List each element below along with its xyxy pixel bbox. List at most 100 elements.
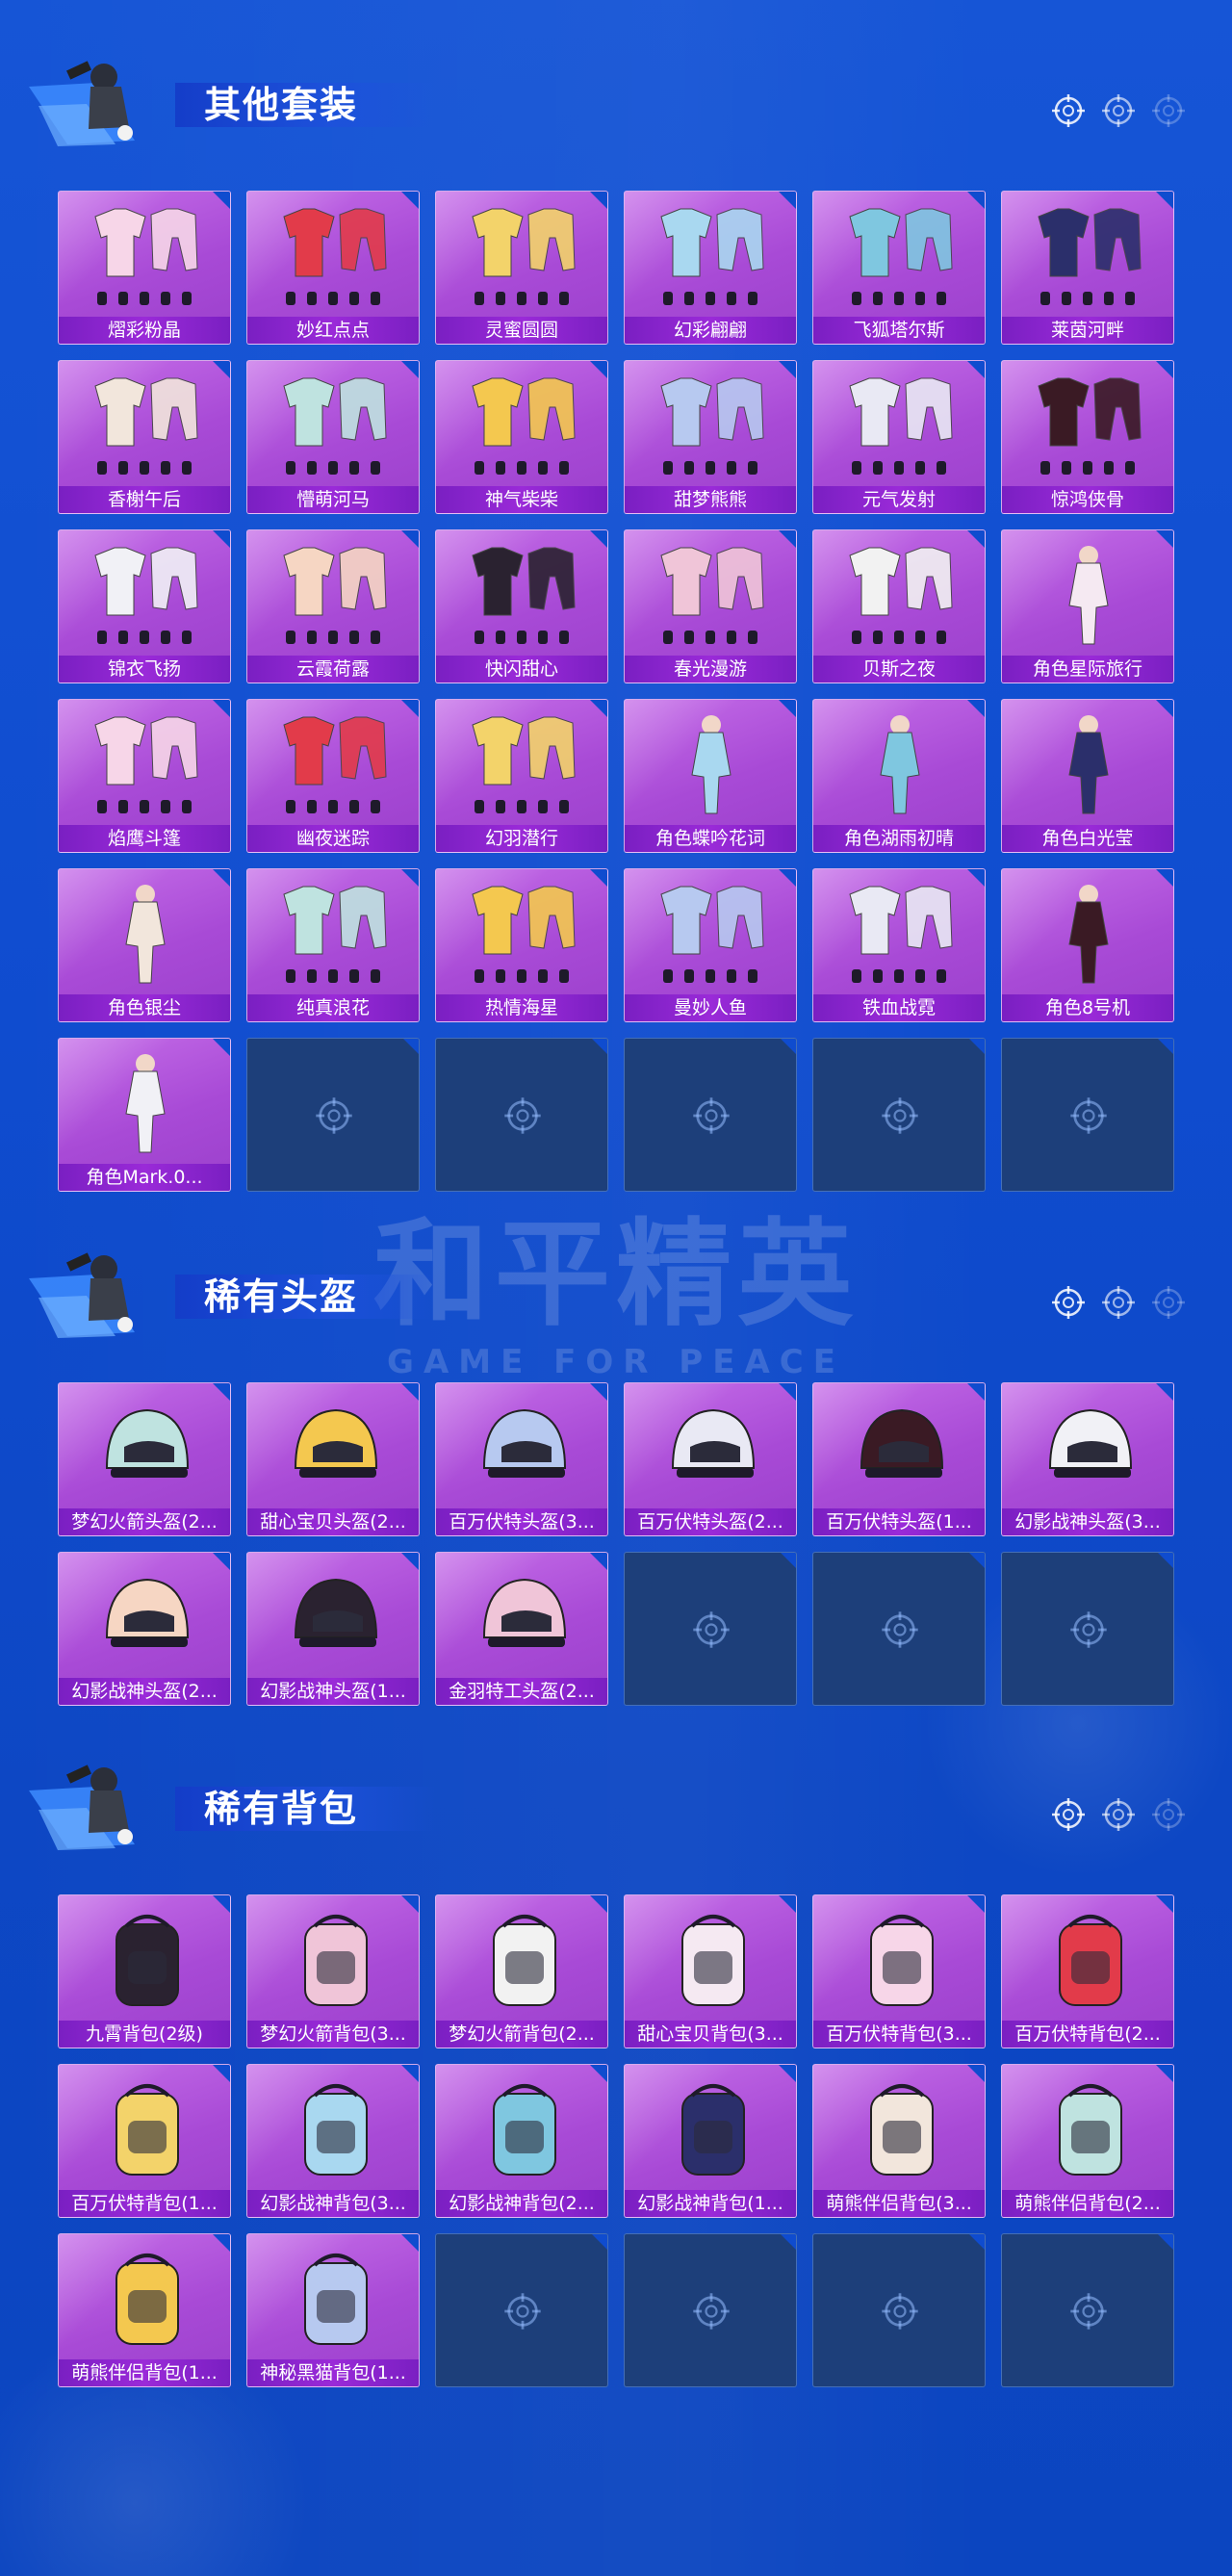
item-name: 金羽特工头盔(2...: [436, 1678, 607, 1705]
item-card[interactable]: 春光漫游: [624, 529, 797, 683]
outfit-image: [833, 369, 967, 482]
item-name: 焰鹰斗篷: [59, 825, 230, 852]
crosshair-icon: [693, 1097, 730, 1134]
item-name: 萌熊伴侣背包(1...: [59, 2359, 230, 2386]
empty-slot: [812, 2233, 986, 2387]
item-card[interactable]: 萌熊伴侣背包(3...: [812, 2064, 986, 2218]
item-card[interactable]: 熠彩粉晶: [58, 191, 231, 345]
item-card[interactable]: 幻影战神头盔(3...: [1001, 1382, 1174, 1536]
crosshair-icon: [882, 1611, 918, 1648]
item-card[interactable]: 幻彩翩翩: [624, 191, 797, 345]
item-card[interactable]: 惊鸿侠骨: [1001, 360, 1174, 514]
item-name: 神气柴柴: [436, 486, 607, 513]
item-card[interactable]: 神气柴柴: [435, 360, 608, 514]
item-card[interactable]: 角色蝶吟花词: [624, 699, 797, 853]
item-card[interactable]: 云霞荷露: [246, 529, 420, 683]
item-card[interactable]: 妙红点点: [246, 191, 420, 345]
item-card[interactable]: 甜心宝贝头盔(2...: [246, 1382, 420, 1536]
item-card[interactable]: 百万伏特背包(3...: [812, 1894, 986, 2048]
outfit-image: [455, 708, 590, 821]
empty-slot: [435, 2233, 608, 2387]
item-card[interactable]: 金羽特工头盔(2...: [435, 1552, 608, 1706]
item-card[interactable]: 铁血战霓: [812, 868, 986, 1022]
crosshair-icon: [1102, 1798, 1135, 1831]
item-card[interactable]: 角色Mark.0...: [58, 1038, 231, 1192]
item-card[interactable]: 香榭午后: [58, 360, 231, 514]
crosshair-decoration: [1049, 91, 1203, 130]
item-card[interactable]: 贝斯之夜: [812, 529, 986, 683]
item-card[interactable]: 焰鹰斗篷: [58, 699, 231, 853]
empty-slot: [435, 1038, 608, 1192]
item-card[interactable]: 九霄背包(2级): [58, 1894, 231, 2048]
item-card[interactable]: 幻影战神背包(3...: [246, 2064, 420, 2218]
empty-slot: [624, 2233, 797, 2387]
item-card[interactable]: 灵蜜圆圆: [435, 191, 608, 345]
backpack-image: [1021, 2073, 1156, 2186]
item-card[interactable]: 元气发射: [812, 360, 986, 514]
item-name: 梦幻火箭背包(2...: [436, 2021, 607, 2048]
item-card[interactable]: 百万伏特头盔(2...: [624, 1382, 797, 1536]
item-card[interactable]: 萌熊伴侣背包(1...: [58, 2233, 231, 2387]
item-card[interactable]: 幻影战神背包(1...: [624, 2064, 797, 2218]
crosshair-icon: [1052, 1798, 1085, 1831]
item-card[interactable]: 曼妙人鱼: [624, 868, 797, 1022]
item-card[interactable]: 神秘黑猫背包(1...: [246, 2233, 420, 2387]
item-name: 角色8号机: [1002, 994, 1173, 1021]
item-card[interactable]: 梦幻火箭头盔(2...: [58, 1382, 231, 1536]
helmet-image: [267, 1560, 401, 1674]
item-name: 百万伏特背包(3...: [813, 2021, 985, 2048]
item-name: 熠彩粉晶: [59, 317, 230, 344]
character-image: [78, 1046, 213, 1160]
item-name: 灵蜜圆圆: [436, 317, 607, 344]
crosshair-icon: [1102, 94, 1135, 127]
item-name: 幻影战神背包(1...: [625, 2190, 796, 2217]
item-card[interactable]: 角色白光莹: [1001, 699, 1174, 853]
item-card[interactable]: 莱茵河畔: [1001, 191, 1174, 345]
crosshair-icon: [1070, 1097, 1107, 1134]
item-card[interactable]: 角色星际旅行: [1001, 529, 1174, 683]
item-card[interactable]: 幻影战神头盔(1...: [246, 1552, 420, 1706]
item-name: 萌熊伴侣背包(3...: [813, 2190, 985, 2217]
item-name: 曼妙人鱼: [625, 994, 796, 1021]
item-card[interactable]: 幻影战神背包(2...: [435, 2064, 608, 2218]
item-card[interactable]: 百万伏特背包(1...: [58, 2064, 231, 2218]
crosshair-icon: [693, 2293, 730, 2330]
crosshair-icon: [316, 1097, 352, 1134]
item-card[interactable]: 幽夜迷踪: [246, 699, 420, 853]
character-image: [78, 877, 213, 991]
item-card[interactable]: 百万伏特头盔(1...: [812, 1382, 986, 1536]
backpack-image: [455, 2073, 590, 2186]
backpack-image: [455, 1903, 590, 2017]
helmet-image: [78, 1560, 213, 1674]
item-card[interactable]: 角色湖雨初晴: [812, 699, 986, 853]
item-name: 角色湖雨初晴: [813, 825, 985, 852]
item-card[interactable]: 快闪甜心: [435, 529, 608, 683]
item-card[interactable]: 梦幻火箭背包(3...: [246, 1894, 420, 2048]
item-name: 铁血战霓: [813, 994, 985, 1021]
item-card[interactable]: 飞狐塔尔斯: [812, 191, 986, 345]
outfit-image: [644, 199, 779, 313]
item-card[interactable]: 懵萌河马: [246, 360, 420, 514]
item-card[interactable]: 百万伏特背包(2...: [1001, 1894, 1174, 2048]
item-card[interactable]: 幻影战神头盔(2...: [58, 1552, 231, 1706]
item-card[interactable]: 纯真浪花: [246, 868, 420, 1022]
item-card[interactable]: 梦幻火箭背包(2...: [435, 1894, 608, 2048]
helmet-image: [644, 1391, 779, 1505]
item-card[interactable]: 锦衣飞扬: [58, 529, 231, 683]
item-name: 懵萌河马: [247, 486, 419, 513]
item-name: 萌熊伴侣背包(2...: [1002, 2190, 1173, 2217]
item-card[interactable]: 热情海星: [435, 868, 608, 1022]
item-card[interactable]: 幻羽潜行: [435, 699, 608, 853]
section-title: 其他套装: [175, 83, 436, 127]
item-card[interactable]: 甜梦熊熊: [624, 360, 797, 514]
helmet-image: [267, 1391, 401, 1505]
crosshair-icon: [1102, 1286, 1135, 1319]
crosshair-icon: [1070, 2293, 1107, 2330]
item-card[interactable]: 甜心宝贝背包(3...: [624, 1894, 797, 2048]
item-card[interactable]: 角色银尘: [58, 868, 231, 1022]
item-name: 幻影战神背包(2...: [436, 2190, 607, 2217]
item-card[interactable]: 百万伏特头盔(3...: [435, 1382, 608, 1536]
item-card[interactable]: 萌熊伴侣背包(2...: [1001, 2064, 1174, 2218]
item-card[interactable]: 角色8号机: [1001, 868, 1174, 1022]
backpack-image: [833, 2073, 967, 2186]
